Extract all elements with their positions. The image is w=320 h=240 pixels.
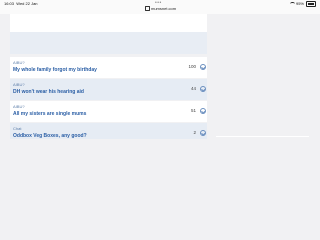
thread-title-link[interactable]: DH won't wear his hearing aid xyxy=(13,89,84,95)
thread-row[interactable]: Chat Oddbox Veg Boxes, any good? 2 xyxy=(10,123,207,139)
list-header-blank xyxy=(10,14,207,32)
list-separator-band xyxy=(10,32,207,54)
chevron-down-circle-icon[interactable] xyxy=(200,64,206,70)
chevron-down-circle-icon[interactable] xyxy=(200,86,206,92)
thread-category: AIBU? xyxy=(13,60,25,65)
chevron-down-circle-icon[interactable] xyxy=(200,108,206,114)
status-bar: 16:03 Wed 22 Jan ••• mumsnet.com 95% xyxy=(0,0,320,14)
reply-count: 100 xyxy=(188,64,196,69)
thread-category: Chat xyxy=(13,126,22,131)
thread-list: AIBU? My whole family forgot my birthday… xyxy=(10,14,207,240)
reply-count: 44 xyxy=(190,86,196,91)
thread-title-link[interactable]: Oddbox Veg Boxes, any good? xyxy=(13,133,87,139)
address-bar[interactable]: mumsnet.com xyxy=(145,6,176,12)
status-time: 16:03 Wed 22 Jan xyxy=(4,1,38,6)
side-divider xyxy=(216,136,309,137)
thread-title-link[interactable]: All my sisters are single mums xyxy=(13,111,86,117)
thread-category: AIBU? xyxy=(13,82,25,87)
chevron-down-circle-icon[interactable] xyxy=(200,130,206,136)
thread-title-link[interactable]: My whole family forgot my birthday xyxy=(13,67,97,73)
thread-row[interactable]: AIBU? DH won't wear his hearing aid 44 xyxy=(10,79,207,100)
battery-icon xyxy=(306,1,316,7)
lock-icon xyxy=(145,6,150,12)
reply-count: 2 xyxy=(193,130,196,135)
thread-row[interactable]: AIBU? All my sisters are single mums 51 xyxy=(10,101,207,122)
reply-count: 51 xyxy=(190,108,196,113)
thread-row[interactable]: AIBU? My whole family forgot my birthday… xyxy=(10,57,207,78)
thread-category: AIBU? xyxy=(13,104,25,109)
status-right: 95% xyxy=(289,1,316,7)
wifi-icon xyxy=(289,1,295,6)
